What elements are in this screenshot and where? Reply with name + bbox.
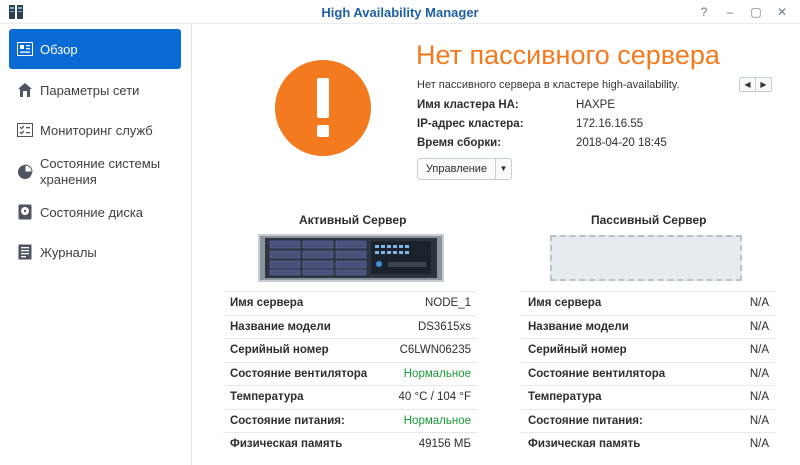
sidebar-item-label: Состояние системы хранения	[40, 156, 161, 187]
build-time-value: 2018-04-20 18:45	[576, 137, 667, 149]
table-row: Серийный номер N/A	[521, 338, 775, 362]
passive-server-table: Имя сервера N/A Название модели N/A Серийн…	[521, 291, 775, 456]
warning-exclamation-icon	[275, 60, 371, 156]
status-pager: ◀ ▶	[739, 77, 772, 92]
table-row: Состояние питания: Нормальное	[223, 408, 477, 433]
table-row: Температура N/A	[521, 385, 775, 409]
cluster-name-value: HAXPE	[576, 99, 615, 111]
network-icon	[16, 81, 34, 99]
chevron-down-icon[interactable]: ▼	[495, 159, 511, 179]
window-title: High Availability Manager	[321, 5, 479, 20]
table-row: Название модели DS3615xs	[223, 314, 477, 339]
passive-server-placeholder	[550, 235, 742, 281]
sidebar: Обзор Параметры сети Мониторинг служб Со…	[0, 24, 192, 465]
main-panel: Нет пассивного сервера Нет пассивного се…	[193, 24, 800, 465]
status-ok-value: Нормальное	[403, 414, 471, 427]
active-server-title: Активный Сервер	[299, 213, 407, 227]
cluster-name-label: Имя кластера HA:	[417, 99, 519, 111]
active-server-table: Имя сервера NODE_1 Название модели DS3615x…	[223, 291, 477, 456]
sidebar-item-storage[interactable]: Состояние системы хранения	[9, 150, 181, 194]
table-row: Физическая память N/A	[521, 432, 775, 456]
cluster-ip-label: IP-адрес кластера:	[417, 118, 524, 130]
sidebar-item-overview[interactable]: Обзор	[9, 29, 181, 69]
sidebar-item-service-monitoring[interactable]: Мониторинг служб	[9, 110, 181, 150]
table-row: Имя сервера NODE_1	[223, 291, 477, 315]
minimize-icon[interactable]: –	[721, 3, 739, 21]
sidebar-item-label: Журналы	[40, 244, 97, 260]
sidebar-item-disk[interactable]: Состояние диска	[9, 192, 181, 232]
rack-server-icon	[258, 234, 444, 282]
table-row: Состояние питания: N/A	[521, 408, 775, 433]
storage-icon	[16, 163, 34, 181]
sidebar-item-logs[interactable]: Журналы	[9, 232, 181, 272]
overview-icon	[16, 40, 34, 58]
maximize-icon[interactable]: ▢	[747, 3, 765, 21]
next-arrow-icon[interactable]: ▶	[756, 78, 771, 91]
table-row: Имя сервера N/A	[521, 291, 775, 315]
sidebar-item-network[interactable]: Параметры сети	[9, 70, 181, 110]
service-monitor-icon	[16, 121, 34, 139]
table-row: Название модели N/A	[521, 314, 775, 339]
build-time-label: Время сборки:	[417, 137, 502, 149]
passive-server-title: Пассивный Сервер	[591, 213, 707, 227]
disk-icon	[16, 203, 34, 221]
table-row: Физическая память 49156 МБ	[223, 432, 477, 456]
table-row: Состояние вентилятора Нормальное	[223, 361, 477, 386]
sidebar-item-label: Состояние диска	[40, 204, 144, 220]
sidebar-item-label: Мониторинг служб	[40, 122, 153, 138]
manage-button-label: Управление	[425, 163, 488, 175]
logs-icon	[16, 243, 34, 261]
sidebar-item-label: Параметры сети	[40, 82, 140, 98]
sidebar-item-label: Обзор	[40, 41, 78, 57]
table-row: Состояние вентилятора N/A	[521, 361, 775, 386]
title-bar: High Availability Manager ? – ▢ ✕	[0, 0, 800, 24]
status-ok-value: Нормальное	[403, 367, 471, 380]
status-description: Нет пассивного сервера в кластере high-a…	[417, 79, 680, 91]
manage-button[interactable]: Управление ▼	[417, 158, 512, 180]
close-icon[interactable]: ✕	[773, 3, 791, 21]
table-row: Серийный номер C6LWN06235	[223, 338, 477, 362]
prev-arrow-icon[interactable]: ◀	[740, 78, 756, 91]
table-row: Температура 40 °C / 104 °F	[223, 385, 477, 409]
help-icon[interactable]: ?	[695, 3, 713, 21]
status-title: Нет пассивного сервера	[416, 40, 720, 70]
cluster-ip-value: 172.16.16.55	[576, 118, 644, 130]
